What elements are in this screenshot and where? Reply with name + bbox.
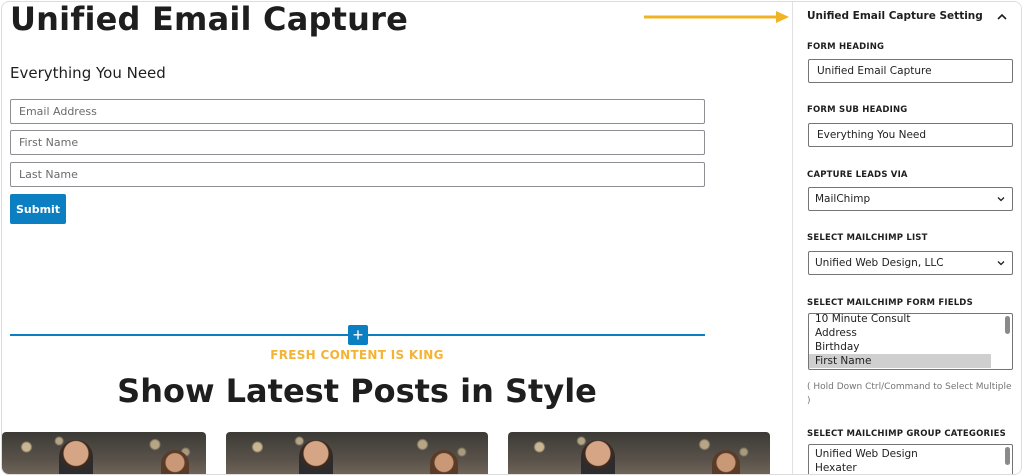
post-thumbnail[interactable] bbox=[226, 432, 488, 474]
settings-panel-title: Unified Email Capture Setting bbox=[807, 10, 983, 22]
chevron-down-icon bbox=[997, 261, 1005, 266]
form-field-option[interactable]: Birthday bbox=[809, 340, 991, 354]
form-field-option[interactable]: 10 Minute Consult bbox=[809, 314, 991, 326]
posts-kicker[interactable]: FRESH CONTENT IS KING bbox=[2, 348, 712, 362]
chevron-up-icon[interactable] bbox=[995, 10, 1009, 24]
form-heading[interactable]: Unified Email Capture bbox=[10, 2, 408, 38]
person-figure bbox=[299, 440, 334, 474]
form-field-option[interactable]: Address bbox=[809, 326, 991, 340]
person-figure bbox=[430, 450, 459, 474]
editor-canvas: Unified Email Capture Everything You Nee… bbox=[2, 2, 792, 474]
post-thumbnail[interactable] bbox=[2, 432, 206, 474]
form-subheading[interactable]: Everything You Need bbox=[10, 64, 166, 82]
form-heading-input[interactable]: Unified Email Capture bbox=[808, 59, 1013, 83]
post-thumbnail[interactable] bbox=[508, 432, 770, 474]
chevron-down-icon bbox=[997, 197, 1005, 202]
settings-panel-header[interactable]: Unified Email Capture Setting bbox=[793, 2, 1021, 32]
scrollbar-thumb[interactable] bbox=[1005, 316, 1010, 334]
editor-frame: Unified Email Capture Everything You Nee… bbox=[1, 1, 1022, 475]
submit-button[interactable]: Submit bbox=[10, 194, 66, 224]
capture-leads-value: MailChimp bbox=[815, 193, 871, 205]
form-fields-multiselect[interactable]: 10 Minute Consult Address Birthday First… bbox=[808, 313, 1013, 370]
mailchimp-list-value: Unified Web Design, LLC bbox=[815, 257, 944, 269]
form-fields-label: SELECT MAILCHIMP FORM FIELDS bbox=[807, 298, 973, 308]
scrollbar-thumb[interactable] bbox=[1005, 447, 1010, 465]
capture-leads-select[interactable]: MailChimp bbox=[808, 187, 1013, 211]
form-subheading-label: FORM SUB HEADING bbox=[807, 105, 908, 115]
group-category-option[interactable]: Hexater bbox=[809, 461, 991, 474]
person-figure bbox=[59, 440, 94, 474]
email-field[interactable]: Email Address bbox=[10, 99, 705, 124]
annotation-arrow-icon bbox=[644, 11, 789, 23]
group-category-option[interactable]: Unified Web Design bbox=[809, 447, 991, 461]
form-heading-label: FORM HEADING bbox=[807, 42, 885, 52]
person-figure bbox=[581, 440, 616, 474]
form-subheading-input[interactable]: Everything You Need bbox=[808, 123, 1013, 147]
add-block-button[interactable]: + bbox=[348, 325, 368, 345]
form-field-option-selected[interactable]: First Name bbox=[809, 354, 991, 368]
last-name-field[interactable]: Last Name bbox=[10, 162, 705, 187]
person-figure bbox=[712, 450, 741, 474]
group-categories-label: SELECT MAILCHIMP GROUP CATEGORIES bbox=[807, 429, 1006, 439]
first-name-field[interactable]: First Name bbox=[10, 130, 705, 155]
person-figure bbox=[161, 450, 190, 474]
group-categories-multiselect[interactable]: Unified Web Design Hexater bbox=[808, 444, 1013, 474]
posts-heading[interactable]: Show Latest Posts in Style bbox=[2, 372, 712, 410]
settings-sidebar: Unified Email Capture Setting FORM HEADI… bbox=[792, 2, 1021, 474]
mailchimp-list-label: SELECT MAILCHIMP LIST bbox=[807, 233, 928, 243]
capture-leads-label: CAPTURE LEADS VIA bbox=[807, 170, 908, 180]
mailchimp-list-select[interactable]: Unified Web Design, LLC bbox=[808, 251, 1013, 275]
multiselect-help-text: ( Hold Down Ctrl/Command to Select Multi… bbox=[807, 382, 1012, 406]
